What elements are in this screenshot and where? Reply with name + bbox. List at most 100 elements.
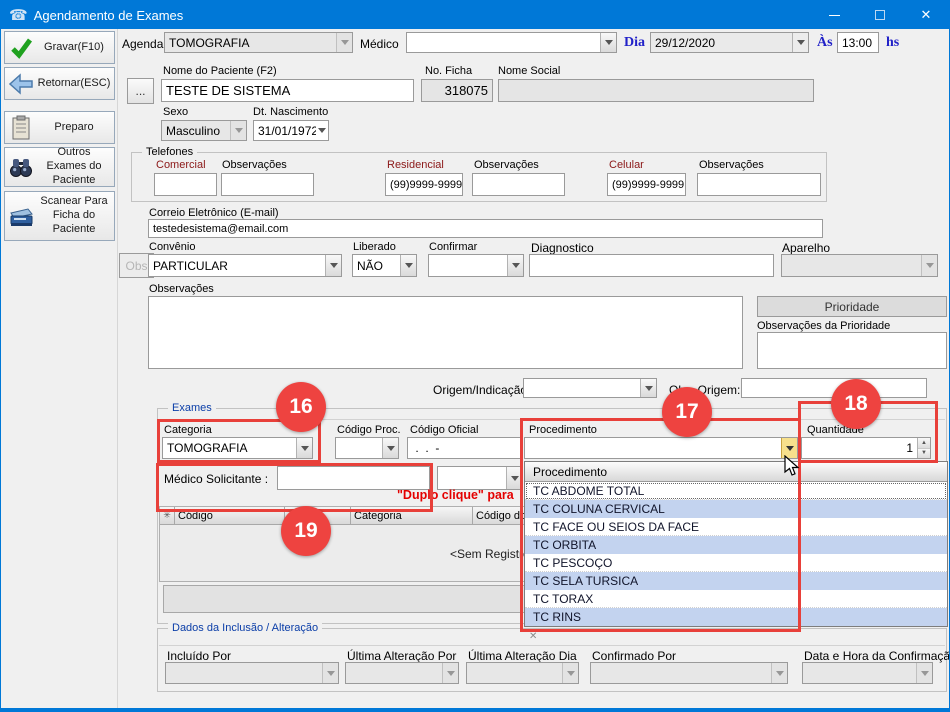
callout-box-17 xyxy=(520,418,801,632)
origem-combo[interactable] xyxy=(523,378,657,398)
celular-input[interactable]: (99)9999-9999 xyxy=(607,173,686,196)
nascimento-label: Dt. Nascimento xyxy=(253,106,328,118)
hs-label: hs xyxy=(886,35,899,51)
chevron-down-icon[interactable] xyxy=(322,663,338,683)
confirmar-label: Confirmar xyxy=(429,241,477,253)
chevron-down-icon[interactable] xyxy=(507,255,523,276)
telefones-legend: Telefones xyxy=(142,146,197,158)
browse-patient-button[interactable]: ... xyxy=(127,78,154,104)
liberado-combo[interactable]: NÃO xyxy=(352,254,417,277)
nascimento-combo[interactable]: 31/01/1972 xyxy=(253,120,329,141)
prioridade-header[interactable]: Prioridade xyxy=(757,296,947,317)
celular-label: Celular xyxy=(609,159,644,171)
gravar-button[interactable]: Gravar(F10) xyxy=(4,31,115,64)
ficha-label: No. Ficha xyxy=(425,65,472,77)
phone-app-icon: ☎ xyxy=(9,6,28,24)
convenio-combo[interactable]: PARTICULAR xyxy=(148,254,342,277)
obs-residencial-label: Observações xyxy=(474,159,539,171)
chevron-down-icon[interactable] xyxy=(336,33,352,52)
chevron-down-icon[interactable] xyxy=(325,255,341,276)
as-label: Às xyxy=(817,35,833,51)
chevron-down-icon[interactable] xyxy=(916,663,932,683)
chevron-down-icon[interactable] xyxy=(771,663,787,683)
dia-combo[interactable]: 29/12/2020 xyxy=(650,32,809,53)
codigo-oficial-input[interactable]: . . - xyxy=(407,437,521,459)
obs-prioridade-textarea[interactable] xyxy=(757,332,947,369)
incluido-por-combo[interactable] xyxy=(165,662,339,684)
preparo-button[interactable]: Preparo xyxy=(4,111,115,144)
sexo-combo[interactable]: Masculino xyxy=(161,120,247,141)
agenda-combo[interactable]: TOMOGRAFIA xyxy=(164,32,353,53)
chevron-down-icon[interactable] xyxy=(562,663,578,683)
close-icon: ✕ xyxy=(921,7,932,23)
chevron-down-icon[interactable] xyxy=(382,438,398,458)
ultima-alteracao-dia-label: Última Alteração Dia xyxy=(468,649,577,663)
nome-paciente-input[interactable]: TESTE DE SISTEMA xyxy=(161,79,414,102)
callout-circle-19: 19 xyxy=(281,506,331,556)
aparelho-label: Aparelho xyxy=(782,241,830,255)
residencial-input[interactable]: (99)9999-9999 xyxy=(385,173,463,196)
exames-legend: Exames xyxy=(168,402,216,414)
medico-solicitante-combo[interactable] xyxy=(437,466,523,490)
maximize-icon xyxy=(875,10,885,20)
observacoes-textarea[interactable] xyxy=(148,296,743,369)
obs-residencial-input[interactable] xyxy=(472,173,565,196)
chevron-down-icon[interactable] xyxy=(600,33,616,52)
codigo-oficial-label: Código Oficial xyxy=(410,424,478,436)
diagnostico-input[interactable] xyxy=(529,254,774,277)
callout-circle-16: 16 xyxy=(276,382,326,432)
agenda-label: Agenda: xyxy=(122,37,167,51)
chevron-down-icon[interactable] xyxy=(442,663,458,683)
hora-input[interactable]: 13:00 xyxy=(837,32,879,53)
retornar-button[interactable]: Retornar(ESC) xyxy=(4,67,115,100)
nome-social-label: Nome Social xyxy=(498,65,560,77)
obs-comercial-label: Observações xyxy=(222,159,287,171)
callout-box-19 xyxy=(156,463,433,512)
nome-paciente-label: Nome do Paciente (F2) xyxy=(163,65,277,77)
nome-social-field xyxy=(498,79,814,102)
chevron-down-icon[interactable] xyxy=(230,121,246,140)
chevron-down-icon[interactable] xyxy=(921,255,937,276)
ultima-alteracao-por-label: Última Alteração Por xyxy=(347,649,456,663)
dropdown-close-icon[interactable]: ✕ xyxy=(529,631,537,642)
codigo-proc-label: Código Proc. xyxy=(337,424,401,436)
codigo-proc-combo[interactable] xyxy=(335,437,399,459)
obs-comercial-input[interactable] xyxy=(221,173,314,196)
scanner-icon xyxy=(8,203,34,229)
chevron-down-icon[interactable] xyxy=(316,121,328,140)
confirmar-combo[interactable] xyxy=(428,254,524,277)
chevron-down-icon[interactable] xyxy=(792,33,808,52)
obs-celular-label: Observações xyxy=(699,159,764,171)
dados-title-line xyxy=(159,645,945,646)
confirmado-por-label: Confirmado Por xyxy=(592,649,676,663)
ultima-alteracao-dia-combo[interactable] xyxy=(466,662,579,684)
chevron-down-icon[interactable] xyxy=(640,379,656,397)
diagnostico-label: Diagnostico xyxy=(531,241,594,255)
convenio-label: Convênio xyxy=(149,241,195,253)
obs-celular-input[interactable] xyxy=(697,173,821,196)
medico-combo[interactable] xyxy=(406,32,617,53)
confirmado-por-combo[interactable] xyxy=(590,662,788,684)
liberado-label: Liberado xyxy=(353,241,396,253)
chevron-down-icon[interactable] xyxy=(400,255,416,276)
ultima-alteracao-por-combo[interactable] xyxy=(345,662,459,684)
email-input[interactable]: testedesistema@email.com xyxy=(148,219,823,238)
close-button[interactable]: ✕ xyxy=(903,1,949,29)
aparelho-combo[interactable] xyxy=(781,254,938,277)
ficha-field: 318075 xyxy=(421,79,493,102)
data-hora-confirmacao-combo[interactable] xyxy=(802,662,933,684)
medico-label: Médico xyxy=(360,37,399,51)
window-bottom-border xyxy=(1,708,949,711)
comercial-label: Comercial xyxy=(156,159,206,171)
callout-circle-18: 18 xyxy=(831,379,881,429)
data-hora-confirmacao-label: Data e Hora da Confirmação xyxy=(804,649,950,663)
outros-exames-button[interactable]: Outros Exames do Paciente xyxy=(4,147,115,187)
comercial-input[interactable] xyxy=(154,173,217,196)
minimize-button[interactable] xyxy=(811,1,857,29)
scanear-button[interactable]: Scanear Para Ficha do Paciente xyxy=(4,191,115,241)
email-label: Correio Eletrônico (E-mail) xyxy=(149,207,279,219)
back-arrow-icon xyxy=(8,73,34,95)
maximize-button[interactable] xyxy=(857,1,903,29)
mouse-cursor xyxy=(784,455,800,477)
sexo-label: Sexo xyxy=(163,106,188,118)
